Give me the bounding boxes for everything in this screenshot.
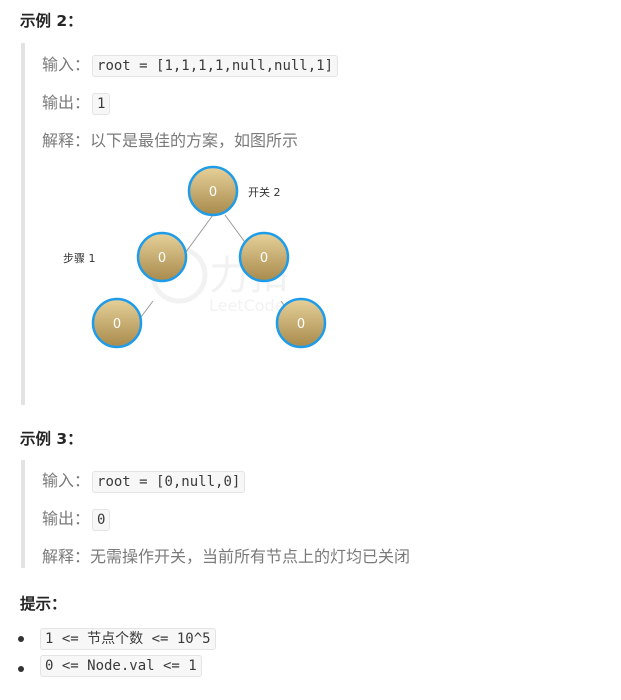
input-code: root = [1,1,1,1,null,null,1]	[92, 55, 339, 77]
tree-node-right: 0	[238, 231, 290, 283]
example-2-input-line: 输入： root = [1,1,1,1,null,null,1]	[42, 51, 339, 77]
tree-node-value: 0	[209, 185, 217, 200]
example-2-heading: 示例 2：	[20, 12, 83, 30]
input-label: 输入：	[42, 471, 91, 490]
bullet-icon	[18, 666, 24, 672]
tree-node-left: 0	[136, 231, 188, 283]
output-code: 0	[92, 509, 111, 531]
example-3-input-line: 输入： root = [0,null,0]	[42, 467, 246, 493]
tree-node-value: 0	[113, 317, 121, 332]
explain-text: 无需操作开关，当前所有节点上的灯均已关闭	[90, 547, 411, 566]
explain-text: 以下是最佳的方案，如图所示	[90, 131, 299, 150]
explain-label: 解释：	[42, 547, 91, 566]
tree-node-left-left: 0	[91, 297, 143, 349]
tree-node-right-right: 0	[275, 297, 327, 349]
tree-node-label-left: 步骤 1	[63, 252, 96, 265]
example-2-explain-line: 解释：以下是最佳的方案，如图所示	[42, 127, 298, 151]
tree-node-label-root: 开关 2	[248, 185, 281, 199]
example-2-output-line: 输出： 1	[42, 89, 111, 115]
explain-label: 解释：	[42, 131, 91, 150]
watermark-sub: LeetCode	[209, 296, 285, 315]
output-code: 1	[92, 93, 111, 115]
bullet-icon	[18, 636, 24, 642]
tree-diagram: 力扣 LeetCode 0 开关 2 0 步骤 1 0 0 0	[63, 165, 327, 349]
output-label: 输出：	[42, 93, 91, 112]
hints-heading: 提示：	[20, 595, 67, 613]
input-code: root = [0,null,0]	[92, 471, 246, 493]
example-3-block: 输入： root = [0,null,0] 输出： 0 解释：无需操作开关，当前所有…	[21, 460, 585, 568]
input-label: 输入：	[42, 55, 91, 74]
tree-node-root: 0	[187, 165, 239, 217]
hint-item: 0 <= Node.val <= 1	[18, 655, 202, 677]
tree-node-value: 0	[260, 251, 268, 266]
example-3-output-line: 输出： 0	[42, 505, 111, 531]
hint-code: 1 <= 节点个数 <= 10^5	[40, 628, 216, 650]
tree-node-value: 0	[297, 317, 305, 332]
example-2-block: 输入： root = [1,1,1,1,null,null,1] 输出： 1 解释：…	[21, 43, 585, 405]
example-3-heading: 示例 3：	[20, 430, 83, 448]
tree-node-value: 0	[158, 251, 166, 266]
hint-item: 1 <= 节点个数 <= 10^5	[18, 628, 216, 650]
output-label: 输出：	[42, 509, 91, 528]
hint-code: 0 <= Node.val <= 1	[40, 655, 202, 677]
example-3-explain-line: 解释：无需操作开关，当前所有节点上的灯均已关闭	[42, 543, 410, 567]
